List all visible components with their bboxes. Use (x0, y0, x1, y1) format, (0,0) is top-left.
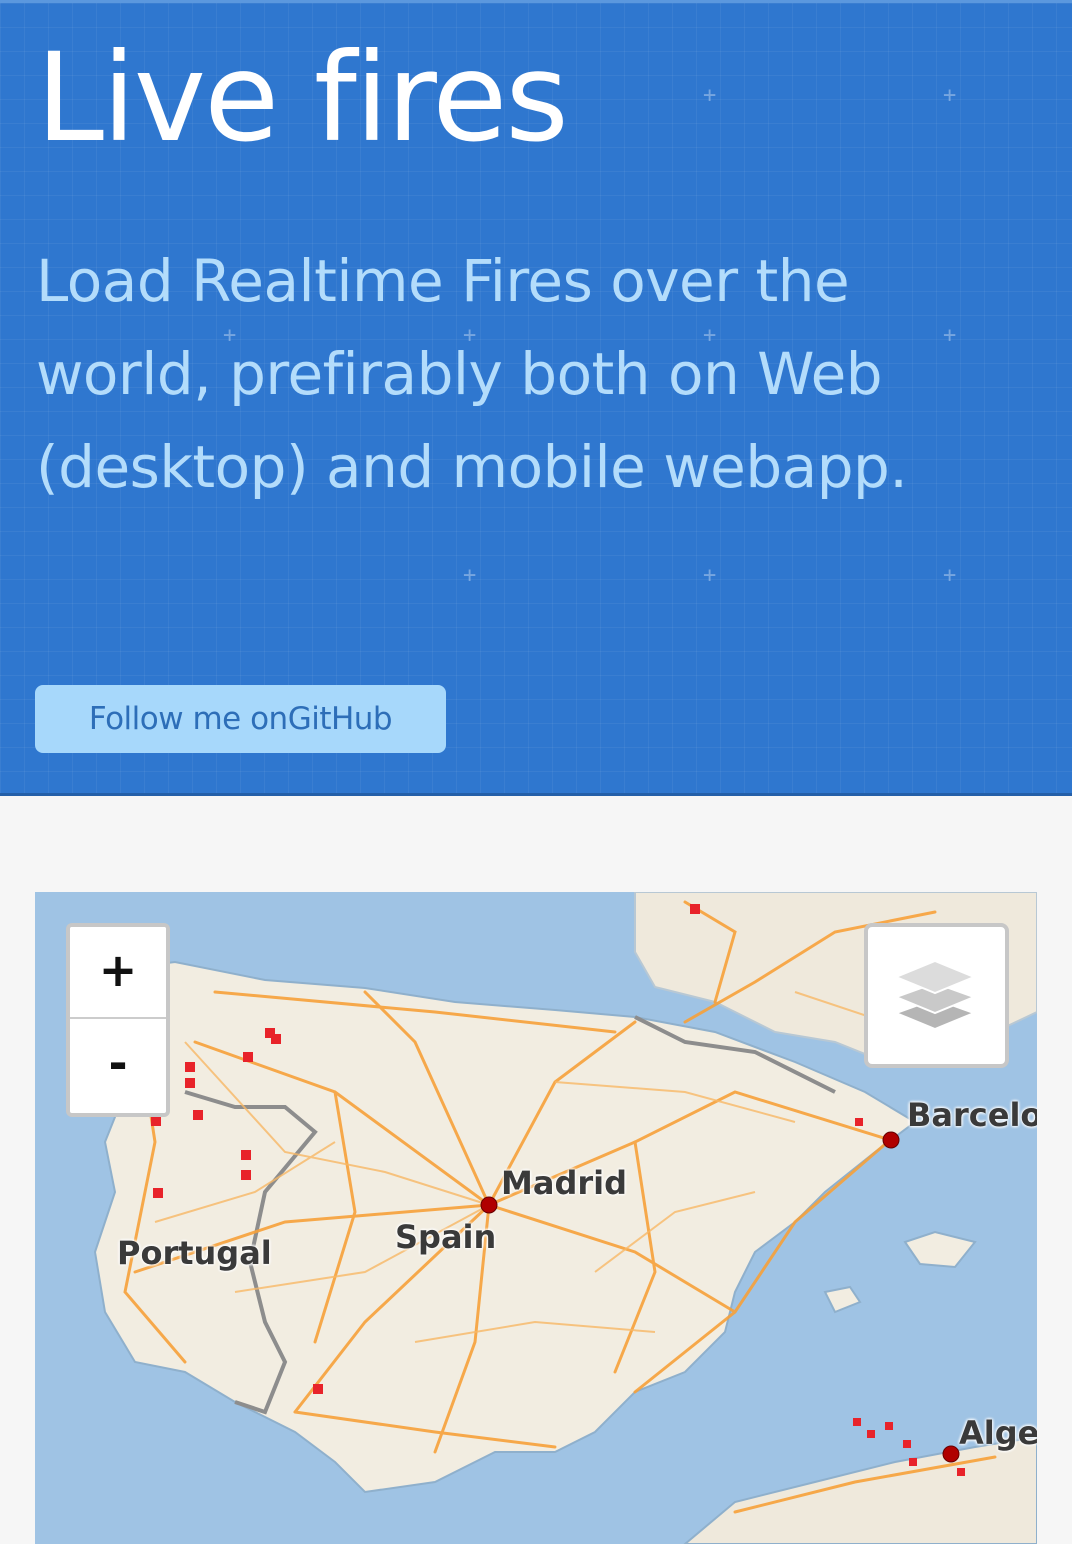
grid-cross-decoration: + (703, 83, 717, 108)
page-title: Live fires (36, 27, 569, 169)
fires-map[interactable]: Barcelo Madrid Spain Portugal Alge + - (35, 892, 1037, 1544)
page-tagline: Load Realtime Fires over the world, pref… (36, 247, 908, 501)
follow-github-button[interactable]: Follow me onGitHub (35, 685, 446, 753)
layers-icon (894, 959, 976, 1031)
map-label-barcelona: Barcelo (907, 1096, 1037, 1134)
zoom-out-button[interactable]: - (70, 1019, 166, 1111)
layers-control-button[interactable] (864, 923, 1009, 1068)
map-label-spain: Spain (395, 1218, 497, 1256)
map-label-algeria: Alge (959, 1414, 1037, 1452)
grid-cross-decoration: + (943, 83, 957, 108)
map-label-portugal: Portugal (117, 1234, 272, 1272)
grid-cross-decoration: + (463, 563, 477, 588)
zoom-control: + - (66, 923, 170, 1117)
grid-cross-decoration: + (703, 563, 717, 588)
hero-header: + + + + + + + + + Live fires Load Realti… (0, 0, 1072, 796)
grid-cross-decoration: + (943, 563, 957, 588)
map-label-madrid: Madrid (501, 1164, 627, 1202)
zoom-in-button[interactable]: + (70, 927, 166, 1019)
